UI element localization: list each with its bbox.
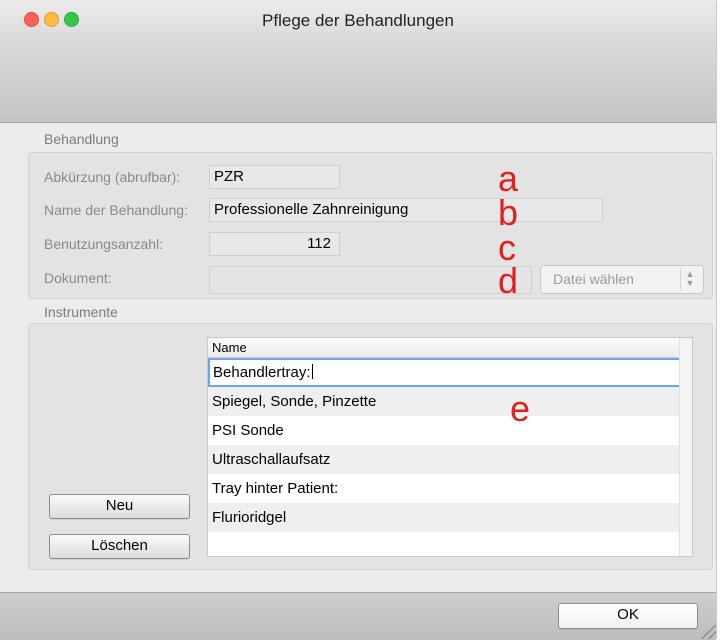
document-field[interactable] <box>209 266 532 294</box>
new-instrument-button[interactable]: Neu <box>49 494 190 519</box>
table-row[interactable]: PSI Sonde <box>208 416 682 445</box>
title-bar: Pflege der Behandlungen <box>0 0 716 46</box>
annotation-e: e <box>510 388 531 429</box>
table-row[interactable]: Ultraschallaufsatz <box>208 445 682 474</box>
table-row[interactable]: Spiegel, Sonde, Pinzette <box>208 387 682 416</box>
annotation-b: b <box>498 192 519 233</box>
instrument-name: Spiegel, Sonde, Pinzette <box>212 393 377 410</box>
usage-count-label: Benutzungsanzahl: <box>44 236 164 252</box>
column-header-name[interactable]: Name <box>208 338 682 358</box>
instrument-name: Flurioridgel <box>212 509 287 526</box>
window: Pflege der Behandlungen Behandlung Abkür… <box>0 0 717 640</box>
instrument-name: Ultraschallaufsatz <box>212 451 331 468</box>
instrument-name: Tray hinter Patient: <box>212 480 339 497</box>
table-scrollbar[interactable] <box>679 338 692 556</box>
table-row-empty[interactable] <box>208 532 682 556</box>
instruments-table[interactable]: Name Behandlertray: Spiegel, Sonde, Pinz… <box>207 337 693 557</box>
toolbar <box>0 46 716 123</box>
choose-file-popup[interactable]: Datei wählen ▲ ▼ <box>540 265 704 294</box>
delete-instrument-button[interactable]: Löschen <box>49 534 190 559</box>
ok-button[interactable]: OK <box>558 603 698 629</box>
bottom-bar: OK <box>0 592 716 640</box>
up-down-arrows-icon: ▲ ▼ <box>680 269 699 290</box>
abbreviation-label: Abkürzung (abrufbar): <box>44 169 181 185</box>
document-label: Dokument: <box>44 270 112 286</box>
table-row[interactable]: Tray hinter Patient: <box>208 474 682 503</box>
annotation-d: d <box>498 260 519 301</box>
behandlung-group-label: Behandlung <box>44 131 119 147</box>
choose-file-label: Datei wählen <box>553 271 634 287</box>
treatment-name-field[interactable]: Professionelle Zahnreinigung <box>209 198 603 222</box>
instruments-table-body: Behandlertray: Spiegel, Sonde, Pinzette … <box>208 358 682 556</box>
table-row[interactable]: Behandlertray: <box>208 358 682 387</box>
usage-count-field[interactable]: 112 <box>209 232 340 256</box>
table-row[interactable]: Flurioridgel <box>208 503 682 532</box>
treatment-name-label: Name der Behandlung: <box>44 202 188 218</box>
window-title: Pflege der Behandlungen <box>262 11 454 30</box>
instrument-name: PSI Sonde <box>212 422 284 439</box>
resize-grip-icon[interactable] <box>702 625 716 639</box>
text-cursor <box>311 364 313 379</box>
instrument-name[interactable]: Behandlertray: <box>213 364 311 381</box>
abbreviation-field[interactable]: PZR <box>209 165 340 189</box>
instrumente-group-label: Instrumente <box>44 304 118 320</box>
